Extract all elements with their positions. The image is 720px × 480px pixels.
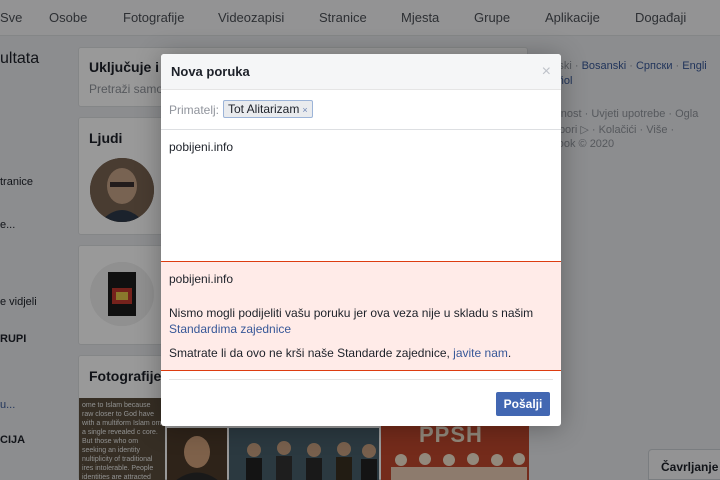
message-textarea[interactable]: pobijeni.info bbox=[161, 130, 561, 261]
new-message-dialog: Nova poruka × Primatelj: Tot Alitarizam ×… bbox=[161, 54, 561, 426]
send-button[interactable]: Pošalji bbox=[496, 392, 550, 416]
link-error-box: pobijeni.info Nismo mogli podijeliti vaš… bbox=[161, 261, 561, 371]
error-feedback: Smatrate li da ovo ne krši naše Standard… bbox=[169, 346, 511, 360]
community-standards-link[interactable]: Standardima zajednice bbox=[169, 322, 291, 336]
report-link[interactable]: javite nam bbox=[453, 346, 508, 360]
recipient-field[interactable]: Primatelj: Tot Alitarizam × bbox=[161, 90, 561, 130]
error-feedback-end: . bbox=[507, 346, 512, 360]
close-icon[interactable]: × bbox=[542, 63, 551, 81]
recipient-label: Primatelj: bbox=[169, 103, 220, 117]
error-url: pobijeni.info bbox=[169, 272, 234, 286]
dialog-title: Nova poruka bbox=[171, 64, 250, 79]
error-message: Nismo mogli podijeliti vašu poruku jer o… bbox=[169, 306, 534, 320]
recipient-token[interactable]: Tot Alitarizam × bbox=[223, 100, 313, 118]
error-feedback-text: Smatrate li da ovo ne krši naše Standard… bbox=[169, 346, 450, 360]
message-text: pobijeni.info bbox=[169, 140, 234, 154]
dialog-footer: Pošalji bbox=[161, 371, 561, 426]
remove-recipient-icon[interactable]: × bbox=[302, 105, 307, 115]
footer-divider bbox=[169, 379, 553, 380]
dialog-header: Nova poruka × bbox=[161, 54, 561, 90]
recipient-name: Tot Alitarizam bbox=[228, 102, 300, 116]
